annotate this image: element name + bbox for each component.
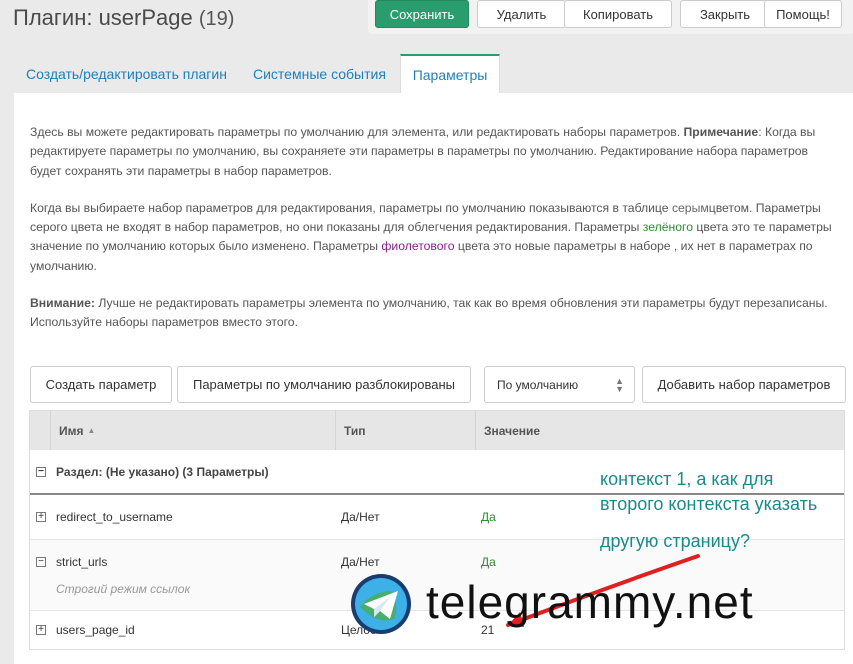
telegram-logo-icon	[350, 573, 412, 635]
arrow-overlay	[506, 554, 700, 627]
watermark-text: telegrammy.net	[426, 576, 754, 628]
